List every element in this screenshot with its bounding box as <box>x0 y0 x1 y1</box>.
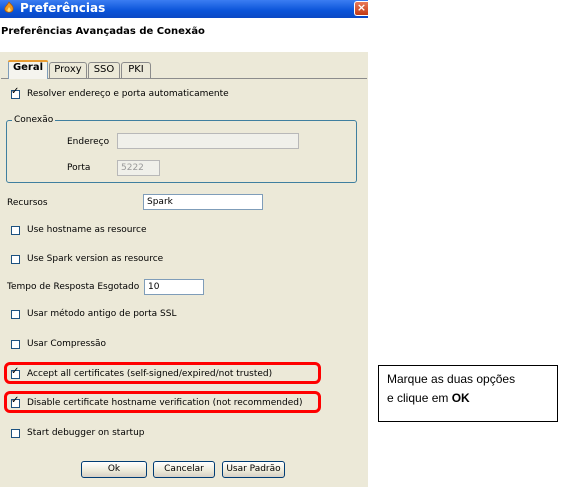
connection-group <box>6 120 357 183</box>
old-ssl-label: Usar método antigo de porta SSL <box>27 309 177 319</box>
close-button[interactable]: × <box>354 1 368 16</box>
instruction-line-2-text: e clique em <box>387 391 452 405</box>
disable-hostname-checkbox[interactable] <box>11 395 20 408</box>
use-hostname-label: Use hostname as resource <box>27 225 147 235</box>
spark-app-icon <box>4 1 14 13</box>
resource-label: Recursos <box>7 198 48 208</box>
address-label: Endereço <box>67 137 110 147</box>
instruction-line-2: e clique em OK <box>387 389 549 408</box>
instruction-ok-emphasis: OK <box>451 391 470 405</box>
accept-certs-label: Accept all certificates (self-signed/exp… <box>27 369 273 379</box>
auto-resolve-label: Resolver endereço e porta automaticament… <box>27 89 229 99</box>
cancel-button[interactable]: Cancelar <box>153 461 215 478</box>
defaults-button[interactable]: Usar Padrão <box>222 461 285 478</box>
connection-group-title: Conexão <box>12 115 56 125</box>
instruction-note: Marque as duas opções e clique em OK <box>378 365 558 422</box>
dialog-heading: Preferências Avançadas de Conexão <box>1 26 205 37</box>
use-hostname-checkbox[interactable] <box>11 226 20 235</box>
instruction-line-1: Marque as duas opções <box>387 372 516 386</box>
tab-pki[interactable]: PKI <box>121 62 151 78</box>
compression-checkbox[interactable] <box>11 340 20 349</box>
disable-hostname-label: Disable certificate hostname verificatio… <box>27 398 303 408</box>
debugger-checkbox[interactable] <box>11 429 20 438</box>
address-input[interactable] <box>117 133 299 149</box>
auto-resolve-checkbox[interactable] <box>11 86 20 99</box>
tab-proxy[interactable]: Proxy <box>49 62 87 78</box>
resource-input[interactable]: Spark <box>143 194 263 210</box>
debugger-label: Start debugger on startup <box>27 428 145 438</box>
port-input[interactable]: 5222 <box>117 160 160 176</box>
ok-button[interactable]: Ok <box>81 461 147 478</box>
accept-certs-checkbox[interactable] <box>11 366 20 379</box>
use-spark-version-checkbox[interactable] <box>11 255 20 264</box>
compression-label: Usar Compressão <box>27 339 107 349</box>
tab-sso[interactable]: SSO <box>88 62 120 78</box>
tab-geral[interactable]: Geral <box>8 60 48 79</box>
window-title: Preferências <box>20 1 106 15</box>
use-spark-version-label: Use Spark version as resource <box>27 254 164 264</box>
timeout-label: Tempo de Resposta Esgotado <box>7 282 140 292</box>
port-label: Porta <box>67 163 91 173</box>
old-ssl-checkbox[interactable] <box>11 310 20 319</box>
timeout-input[interactable]: 10 <box>144 279 204 295</box>
